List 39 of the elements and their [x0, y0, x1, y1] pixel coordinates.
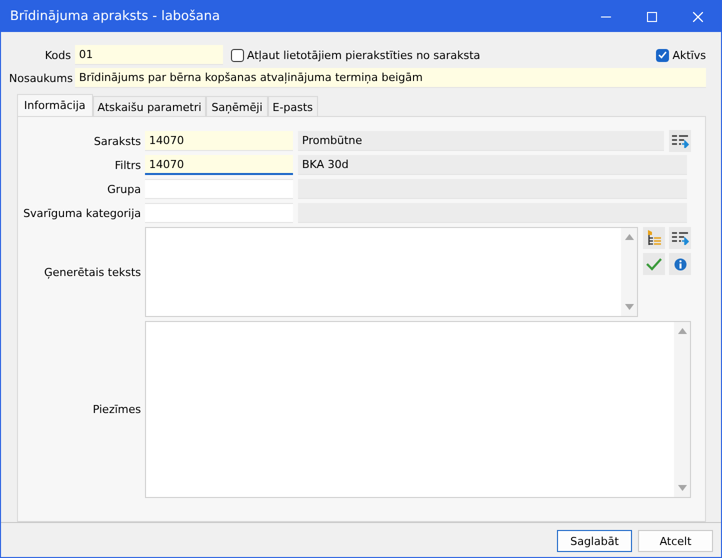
name-label: Nosaukums — [9, 72, 71, 84]
code-field[interactable] — [145, 179, 293, 199]
scroll-up-icon[interactable] — [678, 328, 686, 334]
field-label: Piezīmes — [92, 403, 141, 416]
field-label: Svarīguma kategorija — [22, 206, 141, 220]
tab[interactable]: Saņēmēji — [206, 96, 268, 116]
check-icon — [658, 51, 668, 59]
list-icon[interactable] — [669, 227, 691, 249]
scroll-down-icon[interactable] — [624, 304, 634, 310]
generated-text-area[interactable] — [145, 227, 638, 317]
tree-icon[interactable] — [643, 227, 665, 249]
description-field: Prombūtne — [298, 131, 664, 151]
save-button[interactable]: Saglabāt — [557, 530, 632, 552]
code-field[interactable]: 14070 — [145, 155, 293, 175]
field-label: Filtrs — [114, 158, 141, 172]
check-icon[interactable] — [643, 253, 665, 275]
field-label: Grupa — [106, 182, 141, 196]
code-field[interactable] — [145, 203, 293, 223]
code-field[interactable]: 14070 — [145, 131, 293, 151]
tab[interactable]: Informācija — [17, 94, 93, 116]
cancel-button[interactable]: Atcelt — [638, 530, 713, 552]
name-field[interactable]: Brīdinājums par bērna kopšanas atvaļinājuma termiņa beigām — [75, 68, 706, 88]
window-title: Brīdinājuma apraksts - labošana — [10, 9, 221, 24]
field-label: Saraksts — [92, 134, 141, 148]
close-icon — [693, 12, 703, 22]
tab[interactable]: E-pasts — [268, 96, 318, 116]
description-field: BKA 30d — [298, 155, 687, 175]
code-label: Kods — [44, 48, 71, 62]
notes-area[interactable] — [145, 321, 691, 498]
tab[interactable]: Atskaišu parametri — [92, 96, 206, 116]
maximize-icon — [647, 12, 657, 22]
list-icon[interactable] — [669, 130, 691, 152]
field-label: Ģenerētais teksts — [43, 266, 141, 278]
scroll-up-icon[interactable] — [624, 234, 634, 240]
allow-checkbox[interactable]: Atļaut lietotājiem pierakstīties no saraksta — [231, 48, 652, 62]
code-field[interactable]: 01 — [75, 45, 223, 65]
scroll-down-icon[interactable] — [678, 485, 686, 491]
info-icon[interactable] — [669, 253, 691, 275]
active-checkbox[interactable]: Aktīvs — [656, 48, 706, 62]
